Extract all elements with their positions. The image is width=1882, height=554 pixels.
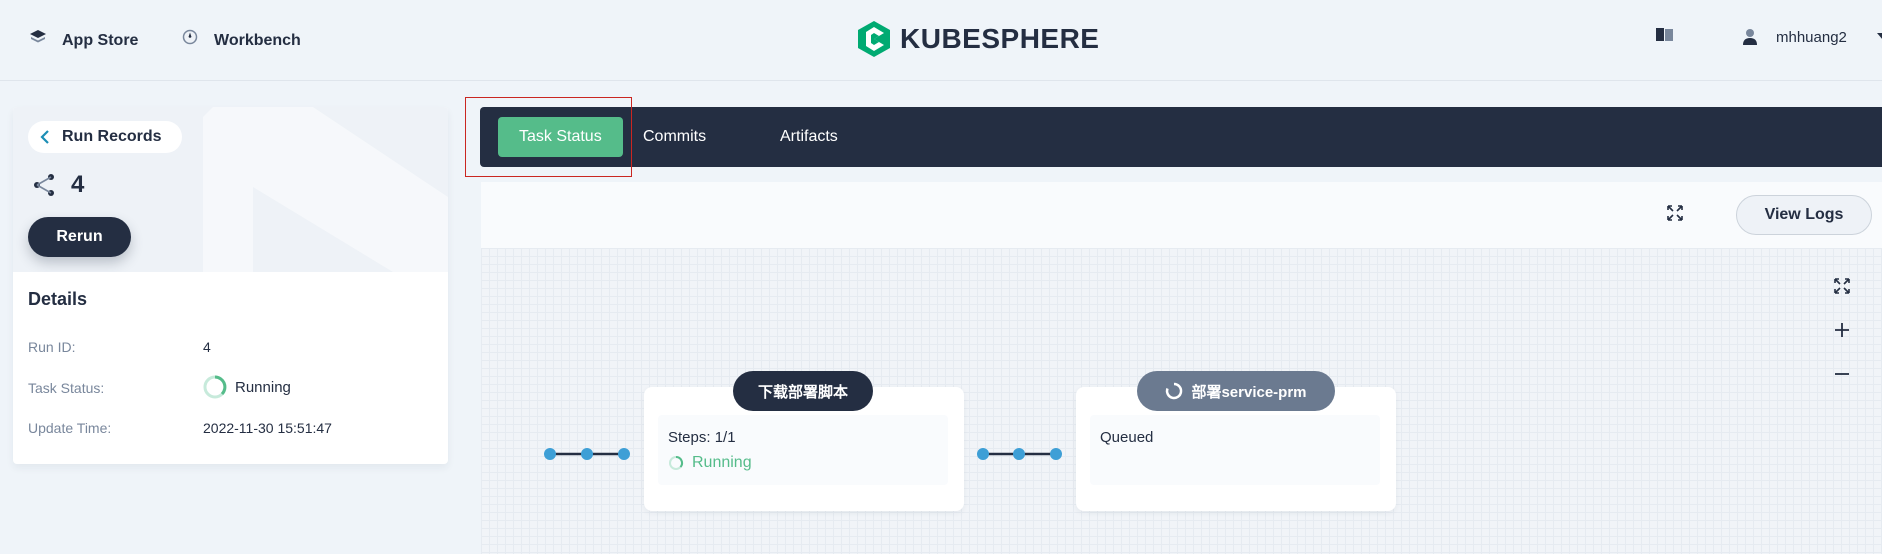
tab-bar: Task Status Commits Artifacts [480,107,1882,167]
stage-name-text: 部署service-prm [1191,383,1307,401]
rerun-button[interactable]: Rerun [28,217,131,257]
view-logs-button[interactable]: View Logs [1736,195,1872,235]
stage-steps-box: Steps: 1/1 Running [658,415,948,485]
task-status-text: Running [235,378,291,396]
compass-icon [180,28,200,53]
update-time-value: 2022-11-30 15:51:47 [203,420,332,436]
tab-artifacts[interactable]: Artifacts [759,117,859,157]
stage-status-text: Running [692,454,752,471]
workbench-label: Workbench [214,31,301,49]
expand-icon [1667,205,1683,221]
fit-screen-icon [1834,278,1850,294]
book-icon [1656,28,1673,41]
stage-steps-text: Steps: 1/1 [668,429,736,446]
stage-status-box: Queued [1090,415,1380,485]
kubesphere-logo-icon [858,21,890,57]
stage-running-status: Running [668,454,938,472]
app-store-link[interactable]: App Store [28,28,138,53]
app-store-label: App Store [62,31,139,49]
logo-text: KUBESPHERE [900,23,1100,54]
update-time-label: Update Time: [28,420,112,436]
task-status-value: Running [203,375,291,399]
canvas-fit-button[interactable] [1833,277,1851,295]
stage-name-deploy[interactable]: 部署service-prm [1137,371,1335,411]
chevron-left-icon [40,130,49,144]
zoom-out-button[interactable] [1832,364,1852,384]
tab-task-status[interactable]: Task Status [498,117,623,157]
docs-button[interactable] [1656,28,1674,42]
stage-queued-text: Queued [1100,429,1154,446]
user-icon [1743,29,1757,45]
run-number: 4 [33,171,84,199]
layers-icon [28,28,48,53]
kubesphere-logo[interactable]: KUBESPHERE [858,21,1099,57]
run-id-label: Run ID: [28,339,76,355]
top-header: App Store Workbench KUBESPHERE mhhuang2 [0,0,1882,80]
stage-name-text: 下载部署脚本 [757,383,848,401]
header-divider [0,80,1882,81]
stage-name-download[interactable]: 下载部署脚本 [733,371,873,411]
run-id-value: 4 [203,339,211,355]
loading-spinner-icon [1166,382,1183,400]
running-spinner-icon [669,455,684,470]
run-record-card: Run Records 4 Rerun Details Run ID: 4 Ta… [13,107,448,464]
run-number-value: 4 [71,171,85,198]
caret-down-icon [1876,33,1882,39]
back-label: Run Records [62,128,162,145]
fullscreen-button[interactable] [1666,204,1684,222]
user-menu[interactable]: mhhuang2 [1742,28,1882,46]
minus-icon [1835,373,1849,375]
back-to-run-records[interactable]: Run Records [28,121,182,153]
zoom-in-button[interactable] [1832,320,1852,340]
running-spinner-icon [203,375,227,399]
task-status-label: Task Status: [28,380,105,396]
details-title: Details [28,289,88,309]
username: mhhuang2 [1776,28,1847,46]
tab-commits[interactable]: Commits [622,117,727,157]
run-id-text: 4 [203,339,211,355]
workbench-link[interactable]: Workbench [180,28,301,53]
pipeline-branch-icon [34,174,54,196]
plus-icon [1835,323,1849,337]
run-summary: Run Records 4 Rerun [13,107,448,272]
update-time-text: 2022-11-30 15:51:47 [203,420,332,436]
